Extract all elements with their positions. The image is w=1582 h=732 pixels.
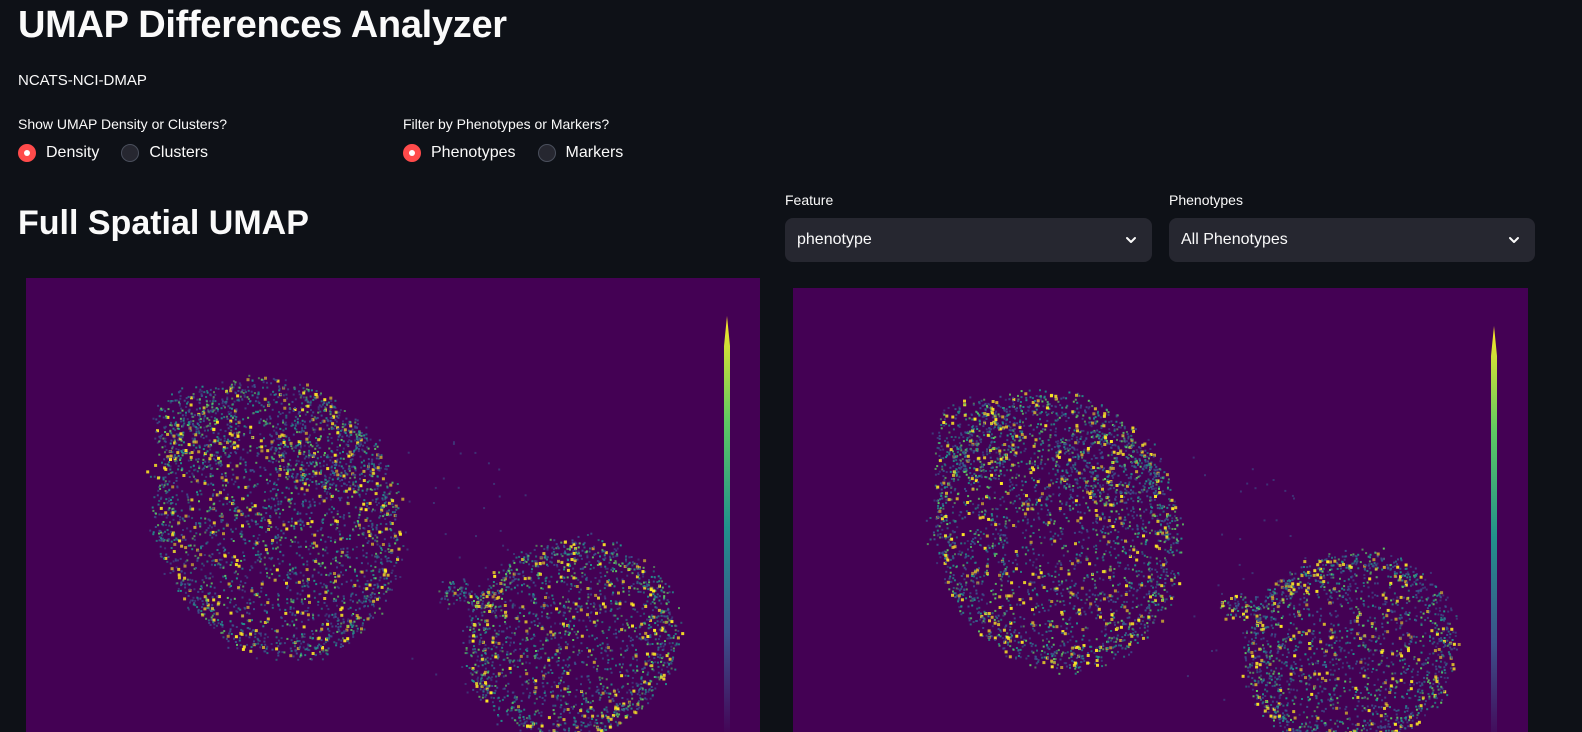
phenotypes-select-value: All Phenotypes [1181, 231, 1288, 248]
radio-option-clusters[interactable]: Clusters [121, 144, 208, 162]
umap-density-image [925, 326, 1497, 732]
umap-density-image [146, 316, 730, 732]
radio-option-density[interactable]: Density [18, 144, 99, 162]
radio-checked-icon[interactable] [403, 144, 421, 162]
full-spatial-umap-plot [26, 278, 760, 732]
phenotypes-select-block: Phenotypes All Phenotypes [1169, 192, 1535, 262]
radio-option-label: Clusters [149, 144, 209, 161]
density-clusters-radio-group: Show UMAP Density or Clusters? Density C… [18, 116, 227, 162]
feature-select-block: Feature phenotype [785, 192, 1152, 262]
radio-option-label: Phenotypes [431, 144, 516, 161]
radio-option-markers[interactable]: Markers [537, 144, 624, 162]
radio-checked-icon[interactable] [18, 144, 36, 162]
chevron-down-icon [1509, 237, 1519, 243]
phenotypes-label: Phenotypes [1169, 192, 1243, 208]
radio-unchecked-icon[interactable] [121, 144, 140, 162]
phenotypes-markers-radio-group: Filter by Phenotypes or Markers? Phenoty… [403, 116, 623, 162]
phenotypes-markers-label: Filter by Phenotypes or Markers? [403, 116, 610, 132]
filtered-umap-plot [793, 288, 1528, 732]
phenotypes-select[interactable]: All Phenotypes [1169, 218, 1535, 262]
app-title: UMAP Differences Analyzer [18, 4, 507, 46]
app-subtitle: NCATS-NCI-DMAP [18, 72, 147, 89]
feature-label: Feature [785, 192, 834, 208]
feature-select-value: phenotype [797, 231, 872, 248]
app-page: UMAP Differences Analyzer NCATS-NCI-DMAP… [0, 0, 1582, 732]
section-title: Full Spatial UMAP [18, 204, 309, 242]
feature-select[interactable]: phenotype [785, 218, 1152, 262]
radio-unchecked-icon[interactable] [537, 144, 556, 162]
radio-option-phenotypes[interactable]: Phenotypes [403, 144, 516, 162]
density-clusters-label: Show UMAP Density or Clusters? [18, 116, 228, 132]
radio-option-label: Density [46, 144, 100, 161]
radio-option-label: Markers [565, 144, 624, 161]
chevron-down-icon [1126, 237, 1136, 243]
